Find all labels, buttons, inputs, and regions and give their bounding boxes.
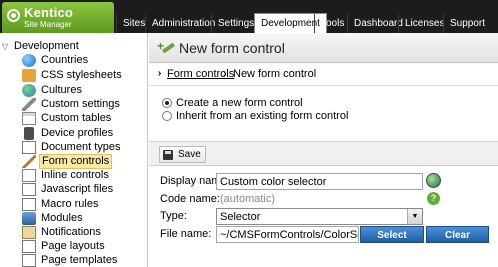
kentico-logo[interactable]: Kentico Site Manager (2, 2, 114, 33)
logo-subtitle: Site Manager (24, 20, 72, 29)
file-name-row: File name: ~/CMSFormControls/ColorSelect… (149, 226, 498, 243)
breadcrumb: › Form controls › New form control (149, 64, 498, 86)
help-icon[interactable]: ? (427, 192, 440, 205)
device-icon (24, 127, 34, 140)
inline-control-icon (22, 169, 36, 182)
top-navigation-bar: Kentico Site Manager Sites Administratio… (0, 0, 498, 33)
file-name-input[interactable]: ~/CMSFormControls/ColorSelecto (216, 226, 359, 243)
radio-create-new[interactable] (162, 98, 172, 108)
tab-administration[interactable]: Administration (145, 14, 221, 33)
tab-settings[interactable]: Settings (211, 14, 260, 33)
new-form-control-icon: + (157, 39, 175, 55)
breadcrumb-current: New form control (233, 68, 317, 80)
javascript-icon (22, 183, 36, 196)
tree-root-label: Development (14, 40, 79, 52)
sidebar-item-label: CSS stylesheets (41, 69, 122, 81)
sidebar-item-label: Inline controls (41, 169, 109, 181)
sidebar-item-label: Cultures (41, 84, 82, 96)
type-selected-value: Selector (220, 211, 261, 223)
kentico-logo-icon (7, 9, 20, 22)
breadcrumb-separator-icon: › (223, 68, 227, 80)
main-content: + New form control › Form controls › New… (149, 33, 498, 267)
document-icon (22, 141, 36, 154)
page-title: New form control (179, 40, 285, 56)
form-control-icon (22, 155, 36, 168)
sidebar-item-label: Countries (41, 54, 89, 66)
save-button-label: Save (178, 149, 201, 160)
sidebar-item-label: Notifications (41, 226, 101, 238)
page-title-bar: + New form control (149, 33, 498, 63)
code-name-label: Code name: (160, 193, 220, 205)
wrench-icon (22, 98, 36, 111)
template-icon (22, 254, 36, 267)
table-icon (22, 112, 36, 125)
sidebar-item-label: Custom tables (41, 112, 112, 124)
localize-globe-icon[interactable] (426, 173, 441, 188)
clear-button[interactable]: Clear (426, 226, 489, 243)
macro-icon (22, 198, 36, 211)
sidebar-item-label: Page templates (41, 254, 118, 266)
module-icon (22, 212, 36, 225)
code-name-row: Code name: (automatic) ? (149, 191, 498, 208)
collapse-icon[interactable]: ▽ (2, 40, 12, 53)
option-label: Create a new form control (176, 97, 303, 109)
option-label: Inherit from an existing form control (176, 110, 349, 122)
culture-icon (22, 84, 36, 97)
code-name-value: (automatic) (220, 193, 276, 205)
tab-tools[interactable]: Tools (314, 14, 350, 33)
file-name-label: File name: (160, 228, 212, 240)
breadcrumb-arrow-icon: › (158, 68, 162, 79)
sidebar-item-label: Form controls (39, 154, 113, 169)
logo-title: Kentico (24, 5, 74, 20)
css-icon (22, 69, 36, 82)
radio-inherit[interactable] (162, 111, 172, 121)
save-icon (163, 150, 173, 160)
sidebar-item-label: Custom settings (41, 98, 120, 110)
sidebar-item-label: Modules (41, 212, 83, 224)
chevron-down-icon[interactable]: ▼ (407, 209, 422, 224)
save-button[interactable]: Save (159, 146, 206, 163)
sidebar-item-label: Macro rules (41, 198, 99, 210)
action-bar: Save (149, 141, 498, 166)
display-name-input[interactable]: Custom color selector (216, 173, 423, 190)
type-row: Type: Selector ▼ (149, 208, 498, 225)
sidebar-tree: ▽ Development Countries CSS stylesheets … (0, 33, 148, 267)
layout-icon (22, 240, 36, 253)
select-button[interactable]: Select (360, 226, 424, 243)
tab-support[interactable]: Support (443, 14, 491, 33)
type-label: Type: (160, 210, 187, 222)
type-select[interactable]: Selector ▼ (216, 208, 423, 225)
sidebar-item-label: Device profiles (41, 127, 114, 139)
sidebar-item-label: Page layouts (41, 240, 105, 252)
sidebar-item-label: Javascript files (41, 183, 114, 195)
display-name-row: Display name: Custom color selector (149, 173, 498, 190)
sidebar-item-label: Document types (41, 141, 121, 153)
notification-icon (22, 226, 36, 239)
globe-icon (22, 54, 36, 67)
creation-mode-options: Create a new form control Inherit from a… (149, 87, 498, 147)
